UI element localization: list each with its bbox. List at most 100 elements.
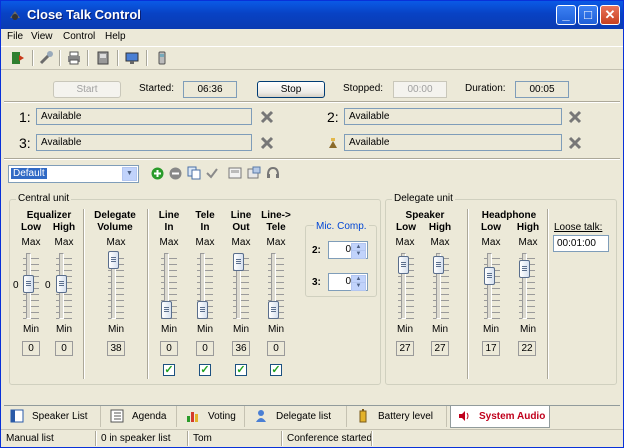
battery-icon bbox=[359, 409, 367, 423]
handset-icon[interactable] bbox=[154, 50, 170, 66]
eq-low-slider-thumb[interactable] bbox=[23, 275, 34, 293]
tab-battery-level[interactable]: Battery level bbox=[350, 406, 447, 427]
tab-speaker-list-label: Speaker List bbox=[32, 411, 88, 422]
speaker-low-min: Min bbox=[396, 324, 414, 335]
headphone-high-slider-thumb[interactable] bbox=[519, 260, 530, 278]
voting-icon bbox=[187, 412, 198, 422]
tele-in-slider-thumb[interactable] bbox=[197, 301, 208, 319]
settings-tools-icon[interactable] bbox=[39, 50, 55, 66]
remove-preset-icon[interactable] bbox=[169, 167, 182, 180]
load-preset-icon[interactable] bbox=[247, 166, 261, 180]
mic-comp-3-label: 3: bbox=[312, 277, 321, 288]
tab-delegate-list[interactable]: Delegate list bbox=[248, 406, 347, 427]
menu-control[interactable]: Control bbox=[63, 31, 95, 42]
remove-channel-2-icon[interactable] bbox=[568, 110, 582, 124]
menu-help[interactable]: Help bbox=[105, 31, 126, 42]
maximize-button[interactable]: □ bbox=[578, 5, 598, 25]
speaker-list-icon bbox=[10, 409, 24, 423]
stop-button[interactable]: Stop bbox=[257, 81, 325, 98]
line-out-checkbox[interactable]: ✓ bbox=[235, 364, 247, 376]
status-list-mode: Manual list bbox=[6, 433, 54, 444]
started-time: 06:36 bbox=[183, 81, 237, 98]
menu-file[interactable]: File bbox=[7, 31, 23, 42]
title-bar[interactable]: Close Talk Control _ □ ✕ bbox=[1, 1, 623, 29]
tab-system-audio[interactable]: System Audio bbox=[450, 406, 550, 428]
tele-in-value: 0 bbox=[196, 341, 214, 356]
speaker-high-value: 27 bbox=[431, 341, 449, 356]
save-preset-icon[interactable] bbox=[228, 166, 242, 180]
status-conference: Conference started bbox=[287, 433, 373, 444]
speaker-high-slider-thumb[interactable] bbox=[433, 256, 444, 274]
tele-in-checkbox[interactable]: ✓ bbox=[199, 364, 211, 376]
central-unit-title: Central unit bbox=[16, 193, 72, 204]
headphone-low-heading: Low bbox=[481, 222, 501, 233]
line-in-slider-thumb[interactable] bbox=[161, 301, 172, 319]
line-out-heading-line1: Line bbox=[230, 210, 252, 221]
mic-comp-2-label: 2: bbox=[312, 245, 321, 256]
print-icon[interactable] bbox=[66, 50, 82, 66]
tab-voting[interactable]: Voting bbox=[180, 406, 245, 427]
eq-low-min: Min bbox=[22, 324, 40, 335]
remove-channel-4-icon[interactable] bbox=[568, 136, 582, 150]
line-tele-checkbox[interactable]: ✓ bbox=[270, 364, 282, 376]
loose-talk-label: Loose talk: bbox=[554, 222, 603, 233]
chevron-down-icon[interactable]: ▼ bbox=[122, 167, 137, 181]
channel-2-status: Available bbox=[344, 108, 562, 125]
channel-3-number: 3: bbox=[19, 135, 31, 151]
started-label: Started: bbox=[139, 83, 175, 94]
mic-comp-2-spinner[interactable]: 0 ▲ ▼ bbox=[328, 241, 368, 259]
tab-system-audio-label: System Audio bbox=[479, 411, 546, 422]
speaker-low-value: 27 bbox=[396, 341, 414, 356]
tele-in-heading-line2: In bbox=[200, 222, 210, 233]
headphone-low-min: Min bbox=[482, 324, 500, 335]
equalizer-heading: Equalizer bbox=[26, 210, 72, 221]
add-preset-icon[interactable] bbox=[151, 167, 164, 180]
audio-icon bbox=[459, 411, 469, 421]
duration-time: 00:05 bbox=[515, 81, 569, 98]
eq-high-slider-thumb[interactable] bbox=[56, 275, 67, 293]
headphone-high-min: Min bbox=[519, 324, 537, 335]
menu-view[interactable]: View bbox=[31, 31, 53, 42]
device-icon[interactable] bbox=[95, 50, 111, 66]
headphone-low-value: 17 bbox=[482, 341, 500, 356]
eq-high-min: Min bbox=[55, 324, 73, 335]
minimize-button[interactable]: _ bbox=[556, 5, 576, 25]
eq-low-heading: Low bbox=[21, 222, 41, 233]
start-button[interactable]: Start bbox=[53, 81, 121, 98]
headphone-low-max: Max bbox=[481, 237, 501, 248]
tab-agenda[interactable]: Agenda bbox=[104, 406, 177, 427]
window-title: Close Talk Control bbox=[27, 7, 141, 22]
delegate-volume-heading-line2: Volume bbox=[97, 222, 133, 233]
delegate-volume-slider-thumb[interactable] bbox=[108, 251, 119, 269]
remove-channel-1-icon[interactable] bbox=[260, 110, 274, 124]
stopped-time: 00:00 bbox=[393, 81, 447, 98]
close-button[interactable]: ✕ bbox=[600, 5, 620, 25]
mic-comp-3-spinner[interactable]: 0 ▲ ▼ bbox=[328, 273, 368, 291]
line-tele-max: Max bbox=[266, 237, 286, 248]
headset-icon[interactable] bbox=[266, 166, 280, 180]
mic-comp-title: Mic. Comp. bbox=[314, 221, 369, 232]
spin-down-icon[interactable]: ▼ bbox=[351, 250, 366, 259]
apply-preset-icon[interactable] bbox=[205, 166, 219, 180]
monitor-icon[interactable] bbox=[124, 50, 140, 66]
copy-preset-icon[interactable] bbox=[187, 166, 201, 180]
loose-talk-input[interactable]: 00:01:00 bbox=[553, 235, 609, 252]
line-out-slider-thumb[interactable] bbox=[233, 253, 244, 271]
line-tele-heading-line1: Line-> bbox=[261, 210, 291, 221]
line-out-min: Min bbox=[232, 324, 250, 335]
preset-dropdown[interactable]: Default ▼ bbox=[8, 165, 139, 183]
line-tele-slider-thumb[interactable] bbox=[268, 301, 279, 319]
tab-speaker-list[interactable]: Speaker List bbox=[4, 406, 101, 427]
headphone-low-slider-thumb[interactable] bbox=[484, 267, 495, 285]
application-window: Close Talk Control _ □ ✕ File View Contr… bbox=[0, 0, 624, 448]
speaker-low-slider-thumb[interactable] bbox=[398, 256, 409, 274]
speaker-low-max: Max bbox=[395, 237, 415, 248]
line-out-max: Max bbox=[231, 237, 251, 248]
remove-channel-3-icon[interactable] bbox=[260, 136, 274, 150]
speaker-high-heading: High bbox=[428, 222, 452, 233]
tab-delegate-list-label: Delegate list bbox=[276, 411, 332, 422]
exit-icon[interactable] bbox=[10, 50, 26, 66]
tele-in-heading-line1: Tele bbox=[195, 210, 215, 221]
spin-down-icon[interactable]: ▼ bbox=[351, 282, 366, 291]
line-in-checkbox[interactable]: ✓ bbox=[163, 364, 175, 376]
